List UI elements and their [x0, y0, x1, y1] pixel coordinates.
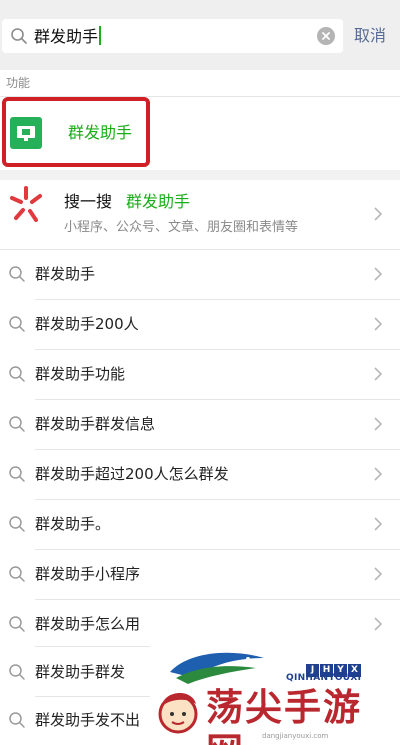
search-query-text: 群发助手 [34, 26, 101, 47]
chevron-right-icon [374, 317, 383, 331]
suggestion-item[interactable]: 群发助手群发信息 [0, 400, 400, 449]
suggestion-text: 群发助手。 [35, 515, 111, 533]
section-label-features: 功能 [6, 76, 31, 90]
chevron-right-icon [374, 367, 383, 381]
divider [35, 646, 155, 647]
suggestion-item[interactable]: 群发助手。 [0, 500, 400, 549]
feature-item-title: 群发助手 [68, 123, 133, 142]
feature-item-mass-send[interactable]: 群发助手 [2, 97, 150, 167]
suggestion-text: 群发助手200人 [35, 315, 139, 333]
chevron-right-icon [374, 467, 383, 481]
cancel-button[interactable]: 取消 [354, 26, 386, 46]
suggestion-item[interactable]: 群发助手小程序 [0, 550, 400, 599]
chevron-right-icon [374, 267, 383, 281]
suggestion-item[interactable]: 群发助手功能 [0, 350, 400, 399]
chevron-right-icon [374, 617, 383, 631]
suggestion-item[interactable]: 群发助手200人 [0, 300, 400, 349]
suggestion-text: 群发助手怎么用 [35, 615, 141, 633]
watermark-badge: JHYX [306, 657, 366, 677]
suggestion-item[interactable]: 群发助手超过200人怎么群发 [0, 450, 400, 499]
chevron-right-icon [374, 417, 383, 431]
search-icon [9, 366, 25, 382]
sou-yi-sou-subtitle: 小程序、公众号、文章、朋友圈和表情等 [64, 220, 299, 235]
search-icon [9, 266, 25, 282]
sou-yi-sou-title: 搜一搜 [64, 192, 113, 211]
suggestion-text: 群发助手 [35, 265, 96, 283]
sou-yi-sou-keyword: 群发助手 [126, 192, 191, 211]
sou-yi-sou-icon [10, 186, 42, 222]
clear-icon[interactable] [317, 27, 335, 45]
chevron-right-icon [374, 517, 383, 531]
search-input[interactable]: 群发助手 [2, 19, 343, 53]
watermark-brand-en: QINHANYOUXI [286, 673, 362, 683]
text-caret [99, 26, 101, 45]
mascot-icon [158, 692, 198, 734]
search-bar: 群发助手 取消 [0, 0, 400, 70]
search-icon [9, 664, 25, 680]
suggestion-text: 群发助手群发 [35, 663, 126, 681]
suggestion-text: 群发助手发不出 [35, 711, 141, 729]
suggestion-text: 群发助手小程序 [35, 565, 141, 583]
suggestion-item[interactable]: 群发助手 [0, 250, 400, 299]
chevron-right-icon [374, 207, 383, 221]
suggestion-text: 群发助手群发信息 [35, 415, 156, 433]
search-icon [9, 616, 25, 632]
suggestion-text: 群发助手超过200人怎么群发 [35, 465, 229, 483]
chevron-right-icon [374, 567, 383, 581]
search-icon [9, 466, 25, 482]
fish-logo-icon [170, 652, 264, 684]
mass-send-assistant-icon [10, 117, 42, 149]
watermark-url: dangjianyouxi.com [262, 732, 329, 740]
site-watermark: JHYX QINHANYOUXI 荡尖手游网 dangjianyouxi.com [150, 640, 400, 745]
search-icon [9, 316, 25, 332]
search-icon [9, 712, 25, 728]
search-icon [9, 516, 25, 532]
sou-yi-sou-row[interactable]: 搜一搜 群发助手 小程序、公众号、文章、朋友圈和表情等 [0, 178, 400, 250]
search-icon [11, 28, 27, 44]
search-icon [9, 416, 25, 432]
suggestion-text: 群发助手功能 [35, 365, 126, 383]
search-icon [9, 566, 25, 582]
